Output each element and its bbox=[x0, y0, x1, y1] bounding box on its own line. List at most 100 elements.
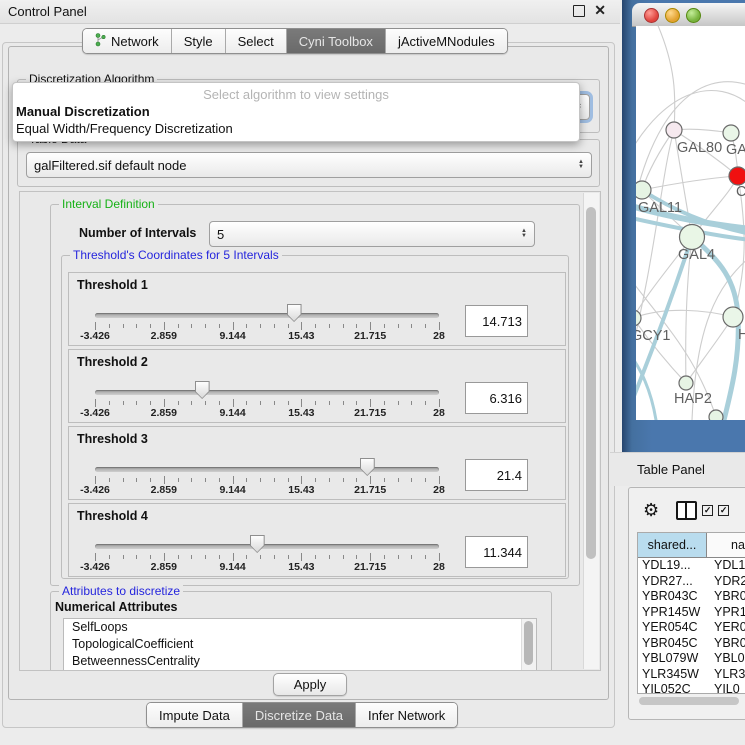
number-of-intervals-label: Number of Intervals bbox=[79, 226, 196, 240]
tab-cyni-toolbox[interactable]: Cyni Toolbox bbox=[287, 29, 386, 53]
tick-mark bbox=[150, 555, 151, 559]
tab-network[interactable]: Network bbox=[83, 29, 172, 53]
tick-mark bbox=[123, 324, 124, 328]
table-row[interactable]: YIL052CYIL0 bbox=[638, 682, 745, 698]
slider-thumb[interactable] bbox=[195, 381, 210, 399]
threshold-value-field[interactable]: 14.713 bbox=[465, 305, 528, 337]
table-row[interactable]: YER054CYER0 bbox=[638, 620, 745, 636]
tab-style[interactable]: Style bbox=[172, 29, 226, 53]
apply-button[interactable]: Apply bbox=[273, 673, 347, 696]
threshold-slider[interactable]: -3.4262.8599.14415.4321.71528 bbox=[95, 427, 439, 499]
threshold-slider[interactable]: -3.4262.8599.14415.4321.71528 bbox=[95, 504, 439, 576]
slider-thumb[interactable] bbox=[360, 458, 375, 476]
mode-tab-infer-network[interactable]: Infer Network bbox=[356, 703, 457, 727]
threshold-value-field[interactable]: 21.4 bbox=[465, 459, 528, 491]
float-window-icon[interactable] bbox=[573, 5, 585, 17]
tick-mark bbox=[191, 324, 192, 328]
threshold-slider[interactable]: -3.4262.8599.14415.4321.71528 bbox=[95, 273, 439, 345]
attribute-list-item[interactable]: SelfLoops bbox=[64, 619, 536, 636]
attributes-list-scrollbar[interactable] bbox=[521, 619, 536, 671]
tick-mark bbox=[315, 324, 316, 328]
tick-mark bbox=[233, 476, 234, 484]
network-node[interactable] bbox=[680, 225, 705, 250]
network-node[interactable] bbox=[723, 307, 743, 327]
mode-tab-impute-data[interactable]: Impute Data bbox=[147, 703, 243, 727]
threshold-slider[interactable]: -3.4262.8599.14415.4321.71528 bbox=[95, 350, 439, 422]
zoom-traffic-light[interactable] bbox=[686, 8, 701, 23]
network-graph-icon bbox=[95, 33, 106, 50]
slider-track[interactable] bbox=[95, 467, 439, 472]
table-data-combobox[interactable]: galFiltered.sif default node ▲▼ bbox=[26, 152, 592, 178]
network-node[interactable] bbox=[729, 167, 745, 185]
network-node[interactable] bbox=[679, 376, 693, 390]
tick-mark bbox=[343, 555, 344, 559]
table-row[interactable]: YBL079WYBL0 bbox=[638, 651, 745, 667]
cell-name: YIL0 bbox=[710, 682, 745, 698]
network-node[interactable] bbox=[723, 125, 739, 141]
cell-shared-name: YER054C bbox=[638, 620, 710, 636]
tick-mark bbox=[164, 322, 165, 330]
checkbox-icon[interactable]: ✓ bbox=[702, 505, 713, 516]
gear-icon[interactable]: ⚙ bbox=[643, 500, 659, 521]
tick-label: 15.43 bbox=[288, 407, 314, 419]
table-row[interactable]: YPR145WYPR1 bbox=[638, 605, 745, 621]
tick-mark bbox=[233, 553, 234, 561]
mode-tab-discretize-data[interactable]: Discretize Data bbox=[243, 703, 356, 727]
tick-mark bbox=[356, 401, 357, 405]
tab-select[interactable]: Select bbox=[226, 29, 287, 53]
attribute-list-item[interactable]: TopologicalCoefficient bbox=[64, 636, 536, 653]
column-header[interactable]: na bbox=[707, 533, 745, 557]
tick-mark bbox=[150, 478, 151, 482]
slider-track[interactable] bbox=[95, 390, 439, 395]
table-row[interactable]: YLR345WYLR3 bbox=[638, 667, 745, 683]
table-horizontal-scrollbar[interactable] bbox=[639, 697, 739, 705]
mode-tab-label: Infer Network bbox=[368, 708, 445, 723]
numerical-attributes-list[interactable]: SelfLoopsTopologicalCoefficientBetweenne… bbox=[63, 618, 537, 671]
threshold-value-field[interactable]: 11.344 bbox=[465, 536, 528, 568]
tick-mark bbox=[136, 401, 137, 405]
columns-icon[interactable] bbox=[676, 501, 697, 520]
slider-track[interactable] bbox=[95, 544, 439, 549]
checkbox-icon[interactable]: ✓ bbox=[718, 505, 729, 516]
tick-mark bbox=[246, 401, 247, 405]
settings-vertical-scrollbar[interactable] bbox=[583, 193, 599, 669]
network-node[interactable] bbox=[636, 181, 651, 199]
network-canvas[interactable]: GAL80GACGAL11GAL4GCY1HHAP2 bbox=[636, 26, 745, 420]
tick-label: 21.715 bbox=[354, 330, 386, 342]
algorithm-option[interactable]: Manual Discretization bbox=[13, 103, 579, 120]
threshold-value-field[interactable]: 6.316 bbox=[465, 382, 528, 414]
node-label: HAP2 bbox=[674, 391, 712, 407]
slider-thumb[interactable] bbox=[287, 304, 302, 322]
tick-label: 21.715 bbox=[354, 561, 386, 573]
thresholds-group-title: Threshold's Coordinates for 5 Intervals bbox=[70, 248, 282, 262]
attribute-list-item[interactable]: BetweennessCentrality bbox=[64, 653, 536, 670]
table-row[interactable]: YDR27...YDR2 bbox=[638, 574, 745, 590]
tick-mark bbox=[191, 555, 192, 559]
tick-mark bbox=[150, 401, 151, 405]
cell-shared-name: YPR145W bbox=[638, 605, 710, 621]
table-row[interactable]: YDL19...YDL1 bbox=[638, 558, 745, 574]
table-row[interactable]: YBR043CYBR0 bbox=[638, 589, 745, 605]
network-node[interactable] bbox=[709, 410, 723, 420]
tick-mark bbox=[123, 478, 124, 482]
table-row[interactable]: YBR045CYBR0 bbox=[638, 636, 745, 652]
minimize-traffic-light[interactable] bbox=[665, 8, 680, 23]
tick-mark bbox=[301, 322, 302, 330]
number-of-intervals-combobox[interactable]: 5 ▲▼ bbox=[209, 221, 535, 247]
slider-thumb[interactable] bbox=[250, 535, 265, 553]
column-header[interactable]: shared... bbox=[638, 533, 707, 557]
cell-shared-name: YDL19... bbox=[638, 558, 710, 574]
close-icon[interactable]: ✕ bbox=[594, 3, 606, 17]
close-traffic-light[interactable] bbox=[644, 8, 659, 23]
tab-jactivemnodules[interactable]: jActiveMNodules bbox=[386, 29, 507, 53]
slider-track[interactable] bbox=[95, 313, 439, 318]
network-node[interactable] bbox=[666, 122, 682, 138]
network-window-titlebar[interactable] bbox=[632, 3, 745, 27]
tick-mark bbox=[301, 476, 302, 484]
tick-mark bbox=[219, 401, 220, 405]
algorithm-option[interactable]: Equal Width/Frequency Discretization bbox=[13, 120, 579, 137]
interval-definition-group: Interval Definition Number of Intervals … bbox=[50, 204, 580, 586]
cell-shared-name: YDR27... bbox=[638, 574, 710, 590]
algorithm-prompt-option[interactable]: Select algorithm to view settings bbox=[13, 83, 579, 103]
table-data-value: galFiltered.sif default node bbox=[34, 158, 186, 173]
